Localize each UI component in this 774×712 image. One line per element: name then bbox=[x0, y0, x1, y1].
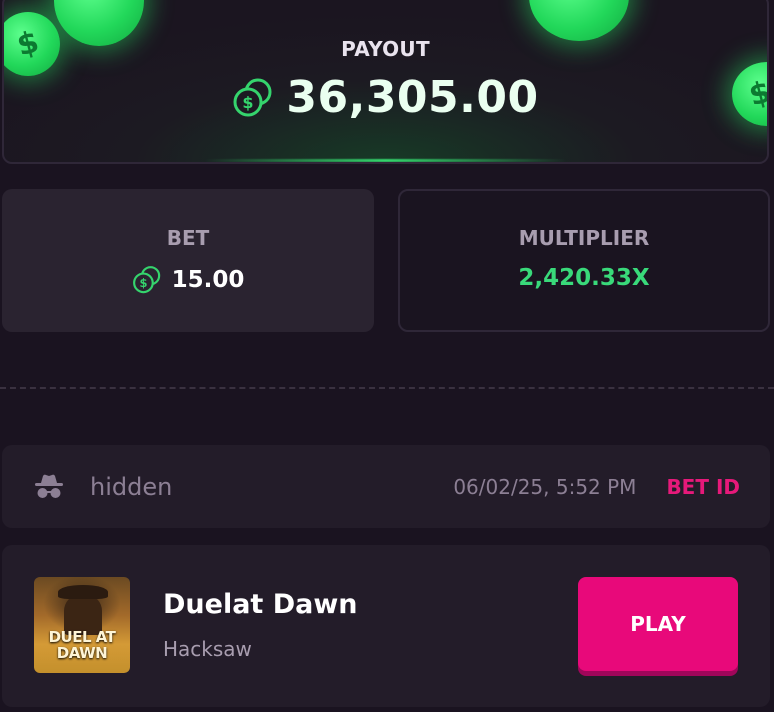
game-row: DUEL AT DAWN Duelat Dawn Hacksaw PLAY bbox=[2, 545, 770, 707]
bet-info-row: hidden 06/02/25, 5:52 PM BET ID bbox=[2, 445, 770, 528]
payout-value: $ 36,305.00 bbox=[4, 72, 767, 123]
play-button[interactable]: PLAY bbox=[578, 577, 738, 671]
payout-amount: 36,305.00 bbox=[286, 72, 539, 123]
dollar-coin-icon: $ bbox=[529, 0, 629, 41]
coins-icon: $ bbox=[233, 78, 272, 116]
bet-card: BET $ 15.00 bbox=[2, 189, 374, 332]
bet-value: $ 15.00 bbox=[2, 265, 374, 295]
multiplier-value: 2,420.33X bbox=[518, 265, 650, 291]
game-title[interactable]: Duelat Dawn bbox=[163, 589, 358, 620]
bet-label: BET bbox=[166, 226, 210, 250]
bet-id-link[interactable]: BET ID bbox=[666, 475, 740, 499]
game-thumbnail[interactable]: DUEL AT DAWN bbox=[34, 577, 130, 673]
bet-timestamp: 06/02/25, 5:52 PM bbox=[453, 474, 637, 499]
thumbnail-hat bbox=[58, 585, 108, 599]
thumbnail-title: DUEL AT DAWN bbox=[48, 628, 116, 662]
game-provider: Hacksaw bbox=[163, 637, 252, 661]
username: hidden bbox=[90, 472, 173, 501]
payout-label: PAYOUT bbox=[341, 37, 430, 61]
multiplier-label: MULTIPLIER bbox=[518, 226, 650, 250]
payout-card: $ $ $ $ PAYOUT $ 36,305.00 bbox=[2, 0, 769, 164]
svg-text:$: $ bbox=[139, 276, 147, 290]
payout-glow bbox=[204, 159, 567, 162]
incognito-icon bbox=[35, 474, 63, 498]
user-info: hidden bbox=[34, 473, 453, 501]
multiplier-value-row: 2,420.33X bbox=[400, 265, 768, 291]
bet-details-page: $ $ $ $ PAYOUT $ 36,305.00 BET $ 15.00 bbox=[0, 0, 774, 712]
bet-amount: 15.00 bbox=[171, 267, 245, 293]
multiplier-card: MULTIPLIER 2,420.33X bbox=[398, 189, 770, 332]
coins-icon: $ bbox=[132, 266, 160, 294]
section-divider bbox=[0, 387, 774, 389]
svg-text:$: $ bbox=[243, 93, 254, 112]
